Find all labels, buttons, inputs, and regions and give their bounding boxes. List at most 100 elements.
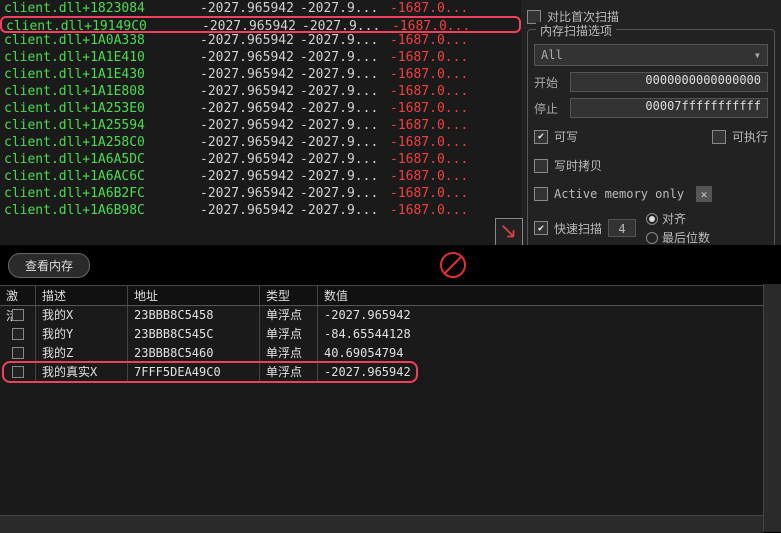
active-checkbox[interactable] xyxy=(12,328,24,340)
scan-result-row[interactable]: client.dll+1A253E0-2027.965942-2027.9...… xyxy=(0,100,521,117)
writable-label: 可写 xyxy=(554,128,578,145)
fast-scan-value-input[interactable]: 4 xyxy=(608,219,636,237)
scan-row-value: -2027.965942 xyxy=(200,0,300,17)
active-checkbox[interactable] xyxy=(12,309,24,321)
active-checkbox[interactable] xyxy=(12,347,24,359)
stop-address-input[interactable]: 00007fffffffffff xyxy=(570,98,768,118)
scan-row-value2: -2027.9... xyxy=(300,83,390,100)
scan-row-value: -2027.965942 xyxy=(200,151,300,168)
scan-row-previous: -1687.0... xyxy=(390,49,480,66)
scan-row-address: client.dll+1A6B2FC xyxy=(0,185,200,202)
scan-row-value2: -2027.9... xyxy=(302,18,392,31)
scan-row-previous: -1687.0... xyxy=(390,117,480,134)
row-value: -2027.965942 xyxy=(318,363,781,382)
row-addr: 7FFF5DEA49C0 xyxy=(128,363,260,382)
scan-row-previous: -1687.0... xyxy=(390,168,480,185)
scan-row-address: client.dll+1A253E0 xyxy=(0,100,200,117)
scan-result-row[interactable]: client.dll+1A0A338-2027.965942-2027.9...… xyxy=(0,32,521,49)
scan-row-value2: -2027.9... xyxy=(300,100,390,117)
scan-row-value: -2027.965942 xyxy=(200,168,300,185)
close-icon[interactable]: ✕ xyxy=(696,186,712,202)
table-row[interactable]: 我的X23BBB8C5458单浮点-2027.965942 xyxy=(0,306,781,325)
memory-type-select[interactable]: All ▾ xyxy=(534,44,768,66)
header-active[interactable]: 激活 xyxy=(0,286,36,305)
scan-row-address: client.dll+1A25594 xyxy=(0,117,200,134)
last-digits-radio[interactable] xyxy=(646,232,658,244)
vertical-scrollbar[interactable] xyxy=(763,284,781,532)
scan-results-list[interactable]: client.dll+1823084-2027.965942-2027.9...… xyxy=(0,0,521,245)
scan-row-value2: -2027.9... xyxy=(300,32,390,49)
row-value: -2027.965942 xyxy=(318,306,781,325)
horizontal-scrollbar[interactable] xyxy=(0,515,763,533)
scan-result-row[interactable]: client.dll+1A25594-2027.965942-2027.9...… xyxy=(0,117,521,134)
scan-row-address: client.dll+1A6A5DC xyxy=(0,151,200,168)
row-type: 单浮点 xyxy=(260,325,318,344)
scan-row-address: client.dll+1A258C0 xyxy=(0,134,200,151)
scan-result-row[interactable]: client.dll+1A1E430-2027.965942-2027.9...… xyxy=(0,66,521,83)
row-desc: 我的真实X xyxy=(36,363,128,382)
scan-row-value: -2027.965942 xyxy=(202,18,302,31)
row-addr: 23BBB8C5458 xyxy=(128,306,260,325)
row-type: 单浮点 xyxy=(260,363,318,382)
scan-result-row[interactable]: client.dll+1A6AC6C-2027.965942-2027.9...… xyxy=(0,168,521,185)
writable-checkbox[interactable] xyxy=(534,130,548,144)
row-type: 单浮点 xyxy=(260,306,318,325)
align-radio[interactable] xyxy=(646,213,658,225)
start-address-input[interactable]: 0000000000000000 xyxy=(570,72,768,92)
row-value: -84.65544128 xyxy=(318,325,781,344)
scan-row-address: client.dll+19149C0 xyxy=(2,18,202,31)
scan-row-previous: -1687.0... xyxy=(390,83,480,100)
fast-scan-checkbox[interactable] xyxy=(534,221,548,235)
scan-row-value: -2027.965942 xyxy=(200,100,300,117)
scan-row-value: -2027.965942 xyxy=(200,66,300,83)
scan-row-value: -2027.965942 xyxy=(200,32,300,49)
scan-row-value: -2027.965942 xyxy=(200,202,300,219)
scan-result-row[interactable]: client.dll+1A6B98C-2027.965942-2027.9...… xyxy=(0,202,521,219)
header-desc[interactable]: 描述 xyxy=(36,286,128,305)
scan-row-value2: -2027.9... xyxy=(300,66,390,83)
active-memory-checkbox[interactable] xyxy=(534,187,548,201)
row-desc: 我的Y xyxy=(36,325,128,344)
scan-result-row[interactable]: client.dll+1A1E808-2027.965942-2027.9...… xyxy=(0,83,521,100)
scan-row-value: -2027.965942 xyxy=(200,49,300,66)
header-addr[interactable]: 地址 xyxy=(128,286,260,305)
scan-result-row[interactable]: client.dll+1A6A5DC-2027.965942-2027.9...… xyxy=(0,151,521,168)
scan-result-row[interactable]: client.dll+1A6B2FC-2027.965942-2027.9...… xyxy=(0,185,521,202)
copy-on-write-checkbox[interactable] xyxy=(534,159,548,173)
header-value[interactable]: 数值 xyxy=(318,286,781,305)
executable-checkbox[interactable] xyxy=(712,130,726,144)
row-value: 40.69054794 xyxy=(318,344,781,363)
scan-row-address: client.dll+1A1E808 xyxy=(0,83,200,100)
scan-row-value: -2027.965942 xyxy=(200,134,300,151)
table-row[interactable]: 我的Z23BBB8C5460单浮点40.69054794 xyxy=(0,344,781,363)
last-digits-label: 最后位数 xyxy=(662,229,710,246)
scan-row-previous: -1687.0... xyxy=(390,66,480,83)
scan-row-address: client.dll+1A6AC6C xyxy=(0,168,200,185)
view-memory-button[interactable]: 查看内存 xyxy=(8,253,90,278)
stop-label: 停止 xyxy=(534,100,564,117)
scan-result-row[interactable]: client.dll+19149C0-2027.965942-2027.9...… xyxy=(0,16,521,33)
scan-result-row[interactable]: client.dll+1A1E410-2027.965942-2027.9...… xyxy=(0,49,521,66)
add-to-list-arrow-button[interactable] xyxy=(495,218,523,246)
row-desc: 我的X xyxy=(36,306,128,325)
table-row[interactable]: 我的Y23BBB8C545C单浮点-84.65544128 xyxy=(0,325,781,344)
scan-result-row[interactable]: client.dll+1823084-2027.965942-2027.9...… xyxy=(0,0,521,17)
row-desc: 我的Z xyxy=(36,344,128,363)
scan-options-title: 内存扫描选项 xyxy=(536,22,616,39)
chevron-down-icon: ▾ xyxy=(754,48,761,62)
scan-row-address: client.dll+1A6B98C xyxy=(0,202,200,219)
scan-row-previous: -1687.0... xyxy=(390,100,480,117)
scan-row-address: client.dll+1A1E410 xyxy=(0,49,200,66)
header-type[interactable]: 类型 xyxy=(260,286,318,305)
align-label: 对齐 xyxy=(662,210,686,227)
scan-row-previous: -1687.0... xyxy=(390,0,480,17)
row-type: 单浮点 xyxy=(260,344,318,363)
scan-row-address: client.dll+1A1E430 xyxy=(0,66,200,83)
copy-on-write-label: 写时拷贝 xyxy=(554,157,602,174)
no-entry-icon[interactable] xyxy=(440,252,466,278)
active-checkbox[interactable] xyxy=(12,366,24,378)
scan-row-previous: -1687.0... xyxy=(390,151,480,168)
scan-result-row[interactable]: client.dll+1A258C0-2027.965942-2027.9...… xyxy=(0,134,521,151)
table-row[interactable]: 我的真实X7FFF5DEA49C0单浮点-2027.965942 xyxy=(0,363,781,382)
scan-row-value2: -2027.9... xyxy=(300,117,390,134)
